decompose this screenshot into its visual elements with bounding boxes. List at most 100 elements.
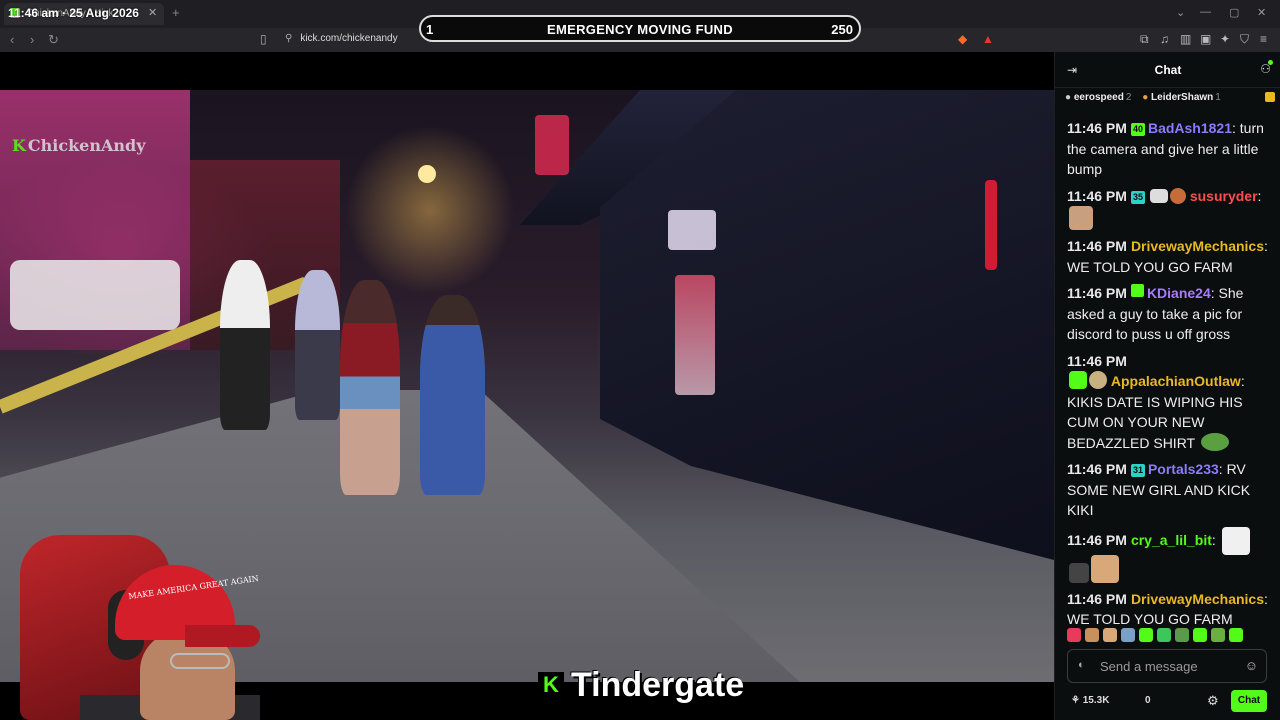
chat-username[interactable]: DrivewayMechanics — [1131, 591, 1264, 607]
reload-icon[interactable]: ↻ — [48, 32, 59, 48]
points-counter: 0 — [1145, 695, 1151, 706]
channel-watermark: K ChickenAndy — [12, 136, 146, 155]
new-tab-icon[interactable]: + — [172, 5, 180, 20]
badge-icon — [1169, 187, 1186, 204]
chat-message: 11:46 PM 35 susuryder: — [1067, 186, 1273, 230]
emote-icon — [1091, 554, 1119, 583]
webcam-overlay: MAKE AMERICA GREAT AGAIN — [0, 535, 260, 720]
subscriber-badge: 31 — [1130, 464, 1145, 477]
brave-shield-icon[interactable]: ◆ — [958, 32, 967, 46]
maximize-icon[interactable]: ▢ — [1229, 6, 1239, 19]
subscriber-badge: 35 — [1130, 190, 1145, 204]
neon-sign — [985, 180, 997, 270]
chat-message: 11:46 PM DrivewayMechanics: WE TOLD YOU G… — [1067, 238, 1268, 275]
back-icon[interactable]: ‹ — [10, 32, 14, 47]
chat-username[interactable]: BadAsh1821 — [1148, 120, 1232, 136]
taxi-car — [10, 260, 180, 330]
chat-input-placeholder: Send a message — [1100, 659, 1198, 674]
emote-icon[interactable] — [1193, 628, 1207, 642]
emote-icon[interactable] — [1121, 628, 1135, 642]
chat-message: 11:46 PM AppalachianOutlaw: KIKIS DATE I… — [1067, 352, 1245, 451]
chat-panel: ⇥ Chat ⚇ ● eerospeed 2 ● LeiderShawn 1 11:… — [1054, 52, 1280, 720]
emote-icon — [1069, 562, 1089, 583]
pedestrian — [295, 270, 340, 420]
emote-icon[interactable] — [1067, 628, 1081, 642]
duck-emote-icon — [1221, 526, 1250, 555]
emote-icon[interactable] — [1139, 628, 1153, 642]
chat-identity-icon[interactable]: ◐ — [1078, 659, 1085, 671]
fund-current-value: 1 — [426, 22, 434, 37]
chat-message: 11:46 PM KDiane24: She asked a guy to tak… — [1067, 284, 1244, 342]
chat-username[interactable]: Portals233 — [1148, 461, 1219, 477]
media-icon[interactable]: ♫ — [1160, 32, 1169, 46]
minimize-icon[interactable]: — — [1200, 6, 1211, 18]
quick-emote-bar — [1067, 628, 1277, 644]
chat-username[interactable]: KDiane24 — [1147, 285, 1211, 301]
site-info-icon[interactable]: ⚲ — [285, 33, 292, 44]
chat-username[interactable]: cry_a_lil_bit — [1131, 532, 1212, 548]
gifter-item[interactable]: ● LeiderShawn 1 — [1142, 92, 1221, 103]
emote-icon[interactable] — [1229, 628, 1243, 642]
emoji-picker-icon[interactable]: ☺ — [1245, 658, 1258, 673]
kick-logo-icon: K — [12, 136, 26, 155]
hat-brim — [185, 625, 260, 647]
bookmark-icon[interactable]: ▯ — [260, 32, 267, 46]
emote-icon[interactable] — [1211, 628, 1225, 642]
emote-icon[interactable] — [1085, 628, 1099, 642]
subscriber-badge: 40 — [1130, 123, 1145, 136]
gift-icon[interactable] — [1265, 92, 1275, 102]
emote-icon[interactable] — [1103, 628, 1117, 642]
wallet-icon[interactable]: ▣ — [1200, 32, 1211, 46]
badge-icon — [1069, 371, 1087, 389]
watermark-text: ChickenAndy — [27, 136, 146, 155]
neon-sign — [668, 210, 716, 250]
chat-username[interactable]: susuryder — [1190, 188, 1258, 204]
glasses — [170, 653, 230, 669]
emote-icon[interactable] — [1157, 628, 1171, 642]
emergency-fund-bar: EMERGENCY MOVING FUND 1 250 — [419, 15, 861, 42]
url-text: kick.com/chickenandy — [300, 33, 398, 44]
gifter-item[interactable]: ● eerospeed 2 — [1065, 92, 1131, 103]
fund-title: EMERGENCY MOVING FUND — [547, 22, 733, 37]
fund-goal-value: 250 — [831, 22, 853, 37]
pepe-emote-icon — [1200, 432, 1229, 451]
forward-icon[interactable]: › — [30, 32, 34, 47]
send-chat-button[interactable]: Chat — [1231, 690, 1267, 712]
chat-message: 11:46 PM 40 BadAsh1821: turn the camera an… — [1067, 120, 1264, 177]
tab-search-icon[interactable]: ⌄ — [1176, 6, 1185, 19]
storefront — [600, 90, 1054, 560]
chat-input[interactable]: ◐ Send a message ☺ — [1067, 649, 1267, 683]
badge-icon — [1149, 188, 1168, 203]
extensions-icon[interactable]: ⧉ — [1140, 32, 1149, 47]
chat-message: 11:46 PM 31 Portals233: RV SOME NEW GIRL A… — [1067, 461, 1251, 518]
clock-overlay: 11:46 am · 25 Aug 2026 — [8, 6, 139, 20]
neon-sign — [535, 115, 569, 175]
url-field[interactable]: ⚲ kick.com/chickenandy — [285, 33, 398, 44]
kick-logo-icon: K — [538, 672, 564, 698]
live-indicator — [1268, 60, 1273, 65]
chat-username[interactable]: DrivewayMechanics — [1131, 238, 1264, 254]
chat-message: 11:46 PM cry_a_lil_bit: — [1067, 526, 1273, 583]
pedestrian — [220, 260, 270, 430]
chat-header: ⇥ Chat ⚇ — [1055, 52, 1280, 88]
top-gifters: ● eerospeed 2 ● LeiderShawn 1 — [1065, 92, 1275, 106]
chat-title: Chat — [1154, 63, 1182, 77]
neon-sign — [675, 275, 715, 395]
chat-settings-icon[interactable]: ⚙ — [1207, 693, 1219, 709]
chat-username[interactable]: AppalachianOutlaw — [1111, 373, 1241, 389]
street-lamp — [418, 165, 436, 183]
tab-close-icon[interactable]: ✕ — [148, 6, 157, 19]
sidebar-icon[interactable]: ▥ — [1180, 32, 1191, 46]
emote-icon — [1069, 206, 1093, 230]
close-window-icon[interactable]: ✕ — [1257, 6, 1266, 19]
chat-footer: ⚘ 15.3K 0 ⚙ Chat — [1055, 689, 1280, 717]
chat-messages: 11:46 PM 40 BadAsh1821: turn the camera an… — [1067, 118, 1273, 636]
kick-points[interactable]: ⚘ 15.3K — [1071, 695, 1109, 706]
emote-icon[interactable] — [1175, 628, 1189, 642]
vpn-icon[interactable]: ⛉ — [1240, 32, 1249, 47]
chat-message: 11:46 PM DrivewayMechanics: WE TOLD YOU G… — [1067, 590, 1268, 628]
leo-ai-icon[interactable]: ✦ — [1220, 32, 1230, 46]
brave-rewards-icon[interactable]: ▲ — [982, 32, 994, 46]
pedestrian — [420, 295, 485, 495]
menu-icon[interactable]: ≡ — [1260, 32, 1267, 46]
